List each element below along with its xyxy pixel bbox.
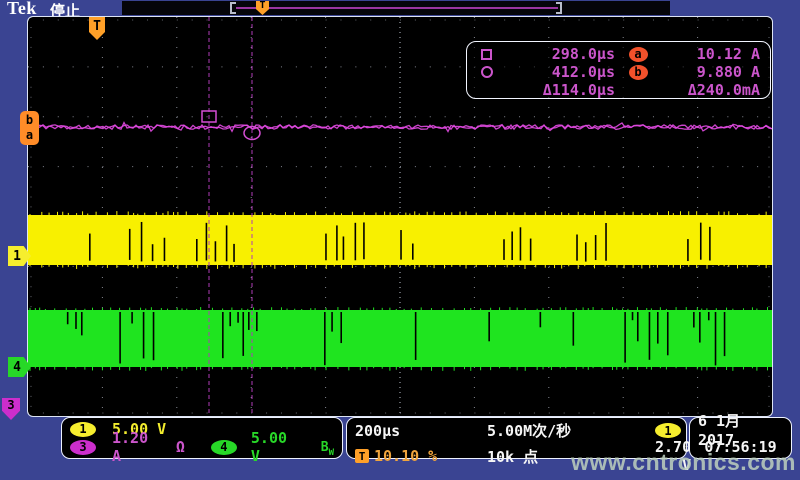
- channel3-channel4-setting-row: 3 1.20 A Ω 4 5.00 V BW: [70, 438, 334, 456]
- cursor-b-row: 412.0µs b 9.880 A: [481, 63, 760, 81]
- cursor-readout-box: 298.0µs a 10.12 A 412.0µs b 9.880 A Δ114…: [466, 41, 771, 99]
- graticule-display[interactable]: T b a 1 4 298.0µs a 10.12 A 412.0µs b 9.…: [27, 16, 773, 417]
- svg-text:T: T: [93, 19, 101, 34]
- trigger-position-percent: 10.10 %: [374, 447, 437, 465]
- cursor-a-marker-label: a: [26, 128, 33, 143]
- horizontal-row-1: 200µs 5.00M次/秒 1: [355, 420, 678, 438]
- oscilloscope-screen: Tek 停止 T T b a 1 4 298.0µs a 10.12 A 412…: [0, 0, 800, 480]
- bandwidth-limit-icon: BW: [321, 437, 334, 458]
- cursor-delta-row: Δ114.0µs Δ240.0mA: [481, 81, 760, 99]
- record-window-bracket-left: [230, 2, 236, 14]
- channel3-coupling: Ω: [176, 438, 185, 456]
- cursor-a-value: 10.12 A: [661, 45, 760, 63]
- channel3-scale: 1.20 A: [112, 429, 166, 465]
- record-window-bracket-right: [556, 2, 562, 14]
- channel-settings-box[interactable]: 1 5.00 V 3 1.20 A Ω 4 5.00 V BW: [61, 417, 343, 459]
- circle-cursor-icon: [481, 66, 493, 78]
- cursor-delta-time: Δ114.0µs: [511, 81, 615, 99]
- square-cursor-icon: [481, 49, 492, 60]
- channel4-badge[interactable]: 4: [211, 440, 237, 455]
- trigger-position-icon: T: [355, 449, 369, 463]
- timebase-value: 200µs: [355, 422, 487, 440]
- date-value: 6 1月 2017: [698, 420, 783, 438]
- cursor-b-time: 412.0µs: [511, 63, 615, 81]
- record-view-bar[interactable]: T: [122, 1, 670, 15]
- cursor-a-row: 298.0µs a 10.12 A: [481, 45, 760, 63]
- cursor-a-time: 298.0µs: [511, 45, 615, 63]
- channel4-scale: 5.00 V: [251, 429, 305, 465]
- cursor-ab-level-marker[interactable]: b a: [20, 111, 39, 145]
- cursor-b-marker-label: b: [26, 113, 33, 128]
- channel3-badge[interactable]: 3: [70, 440, 96, 455]
- cursor-a-badge: a: [629, 47, 648, 62]
- watermark: www.cntronics.com: [571, 449, 796, 476]
- trigger-source-badge: 1: [655, 423, 681, 438]
- cursor-delta-value: Δ240.0mA: [661, 81, 760, 99]
- record-trigger-pin-icon[interactable]: T: [256, 1, 269, 15]
- cursor-b-badge: b: [629, 65, 648, 80]
- channel1-badge[interactable]: 1: [70, 422, 96, 437]
- cursor-b-value: 9.880 A: [661, 63, 760, 81]
- channel3-position-marker[interactable]: 3: [2, 398, 20, 420]
- record-window-line: [236, 7, 558, 9]
